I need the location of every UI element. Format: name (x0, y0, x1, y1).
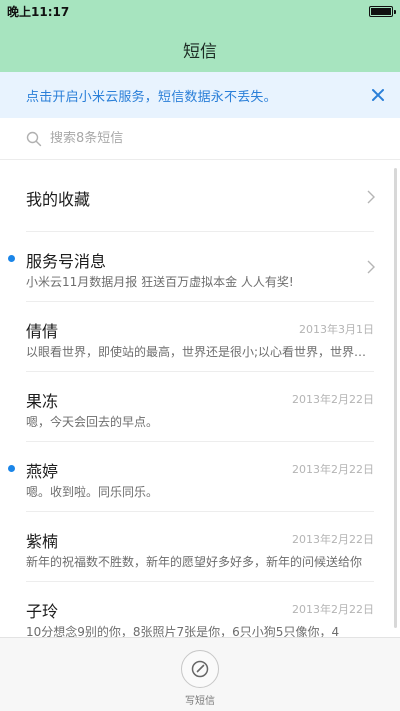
compose-button[interactable] (181, 650, 219, 688)
bottom-toolbar: 写短信 (0, 637, 400, 711)
app-header: 晚上11:17 短信 (0, 0, 400, 72)
conversation-row[interactable]: 果冻 2013年2月22日 嗯，今天会回去的早点。 (26, 372, 374, 442)
close-icon[interactable] (368, 85, 388, 105)
search-input[interactable] (50, 131, 350, 146)
conversation-name: 倩倩 (26, 322, 59, 341)
conversation-preview: 以眼看世界，即使站的最高，世界还是很小;以心看世界，世界很大很大 (26, 345, 372, 359)
status-bar: 晚上11:17 (0, 0, 400, 22)
conversation-date: 2013年3月1日 (299, 323, 374, 336)
conversation-preview: 小米云11月数据月报 狂送百万虚拟本金 人人有奖! (26, 275, 294, 289)
conversation-date: 2013年2月22日 (292, 463, 374, 476)
cloud-service-banner[interactable]: 点击开启小米云服务，短信数据永不丢失。 (0, 72, 400, 118)
conversation-row[interactable]: 倩倩 2013年3月1日 以眼看世界，即使站的最高，世界还是很小;以心看世界，世… (26, 302, 374, 372)
conversation-date: 2013年2月22日 (292, 603, 374, 616)
chevron-right-icon (367, 190, 375, 204)
conversation-row[interactable]: 燕婷 2013年2月22日 嗯。收到啦。同乐同乐。 (8, 442, 374, 512)
unread-indicator (8, 465, 15, 472)
conversation-date: 2013年2月22日 (292, 393, 374, 406)
favorites-label: 我的收藏 (26, 190, 91, 209)
search-bar[interactable] (0, 118, 400, 160)
conversation-preview: 10分想念9别的你，8张照片7张是你，6只小狗5只像你，4 (26, 625, 340, 637)
conversation-name: 紫楠 (26, 532, 59, 551)
unread-indicator (8, 255, 15, 262)
conversation-list: 我的收藏 服务号消息 小米云11月数据月报 狂送百万虚拟本金 人人有奖! 倩倩 … (0, 161, 400, 637)
conversation-name: 果冻 (26, 392, 59, 411)
conversation-preview: 嗯，今天会回去的早点。 (26, 415, 159, 429)
conversation-preview: 新年的祝福数不胜数，新年的愿望好多好多，新年的问候送给你 (26, 555, 363, 569)
conversation-row[interactable]: 紫楠 2013年2月22日 新年的祝福数不胜数，新年的愿望好多好多，新年的问候送… (26, 512, 374, 582)
conversation-name: 服务号消息 (26, 252, 107, 271)
battery-icon (369, 5, 396, 17)
favorites-row[interactable]: 我的收藏 (26, 161, 375, 232)
compose-label: 写短信 (185, 696, 215, 707)
conversation-preview: 嗯。收到啦。同乐同乐。 (26, 485, 159, 499)
conversation-name: 子玲 (26, 602, 59, 621)
conversation-row[interactable]: 子玲 2013年2月22日 10分想念9别的你，8张照片7张是你，6只小狗5只像… (26, 582, 374, 637)
cloud-banner-text[interactable]: 点击开启小米云服务，短信数据永不丢失。 (26, 86, 277, 105)
status-time: 晚上11:17 (7, 4, 70, 19)
compose-icon (191, 660, 209, 678)
conversation-row[interactable]: 服务号消息 小米云11月数据月报 狂送百万虚拟本金 人人有奖! (8, 232, 375, 302)
conversation-name: 燕婷 (26, 462, 59, 481)
list-scrollbar[interactable] (394, 168, 397, 628)
chevron-right-icon (367, 260, 375, 274)
page-title: 短信 (183, 42, 217, 62)
conversation-date: 2013年2月22日 (292, 533, 374, 546)
search-icon (26, 131, 42, 146)
